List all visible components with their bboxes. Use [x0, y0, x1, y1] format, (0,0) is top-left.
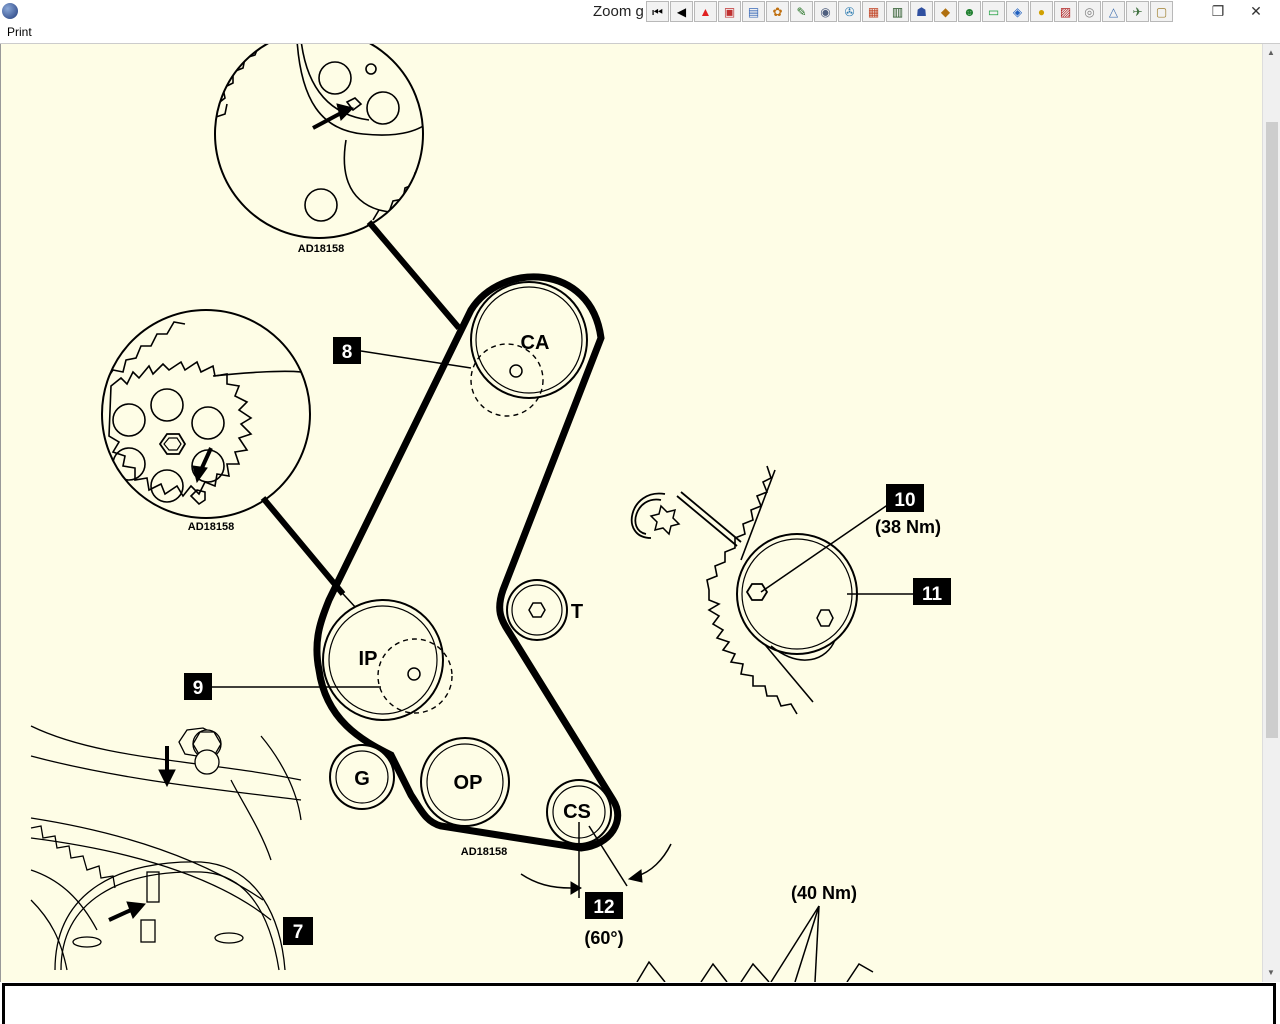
tool-22-icon: ▢ [1155, 4, 1168, 19]
tool-button-14[interactable]: ☻ [958, 1, 981, 22]
title-bar: Zoom g ⏮ ◀ ▲ ▣ ▤ ✿ ✎ ◉ ✇ ▦ ▥ ☗ ◆ ☻ ▭ ◈ ● ▨ ◎ △ ✈ ▢ ❐ ✕ [0, 0, 1280, 25]
callout-8: 8 [342, 342, 353, 363]
bottom-text-panel [2, 983, 1276, 1024]
ref-code-left: AD18158 [188, 521, 234, 533]
callout-9: 9 [193, 678, 204, 699]
close-icon: ✕ [1250, 2, 1262, 19]
tensioner-detail [630, 465, 858, 715]
toolbar: ⏮ ◀ ▲ ▣ ▤ ✿ ✎ ◉ ✇ ▦ ▥ ☗ ◆ ☻ ▭ ◈ ● ▨ ◎ △ ✈ ▢ [646, 1, 1173, 23]
first-page-button[interactable]: ⏮ [646, 1, 669, 22]
tool-9-icon: ✇ [844, 4, 855, 19]
tool-button-5[interactable]: ▤ [742, 1, 765, 22]
warning-icon: ▲ [699, 4, 712, 19]
tool-11-icon: ▥ [891, 4, 904, 19]
tool-button-16[interactable]: ◈ [1006, 1, 1029, 22]
camshaft-pulley: CA [470, 281, 588, 417]
tool-19-icon: ◎ [1084, 4, 1095, 19]
tool-8-icon: ◉ [820, 4, 831, 19]
tool-15-icon: ▭ [987, 4, 1000, 19]
angle-60: (60°) [584, 928, 623, 948]
tool-7-icon: ✎ [796, 4, 807, 19]
tool-button-20[interactable]: △ [1102, 1, 1125, 22]
tool-4-icon: ▣ [723, 4, 736, 19]
tool-10-icon: ▦ [867, 4, 880, 19]
tool-5-icon: ▤ [747, 4, 760, 19]
tool-20-icon: △ [1108, 4, 1119, 19]
tool-button-7[interactable]: ✎ [790, 1, 813, 22]
tool-button-19[interactable]: ◎ [1078, 1, 1101, 22]
torque-40: (40 Nm) [791, 883, 857, 903]
pulley-label-ip: IP [359, 648, 378, 670]
injection-pump-pulley: IP [322, 599, 453, 721]
pulley-label-ca: CA [521, 332, 550, 354]
tool-14-icon: ☻ [963, 4, 976, 19]
menu-bar: Print [0, 24, 1280, 44]
warning-button[interactable]: ▲ [694, 1, 717, 22]
tool-21-icon: ✈ [1132, 4, 1143, 19]
tool-button-8[interactable]: ◉ [814, 1, 837, 22]
tool-16-icon: ◈ [1012, 4, 1023, 19]
tool-button-13[interactable]: ◆ [934, 1, 957, 22]
tool-13-icon: ◆ [940, 4, 951, 19]
tool-17-icon: ● [1037, 4, 1046, 19]
pulley-label-t: T [571, 601, 583, 623]
tool-button-18[interactable]: ▨ [1054, 1, 1077, 22]
scroll-down-icon[interactable]: ▼ [1267, 968, 1275, 977]
restore-button[interactable]: ❐ [1203, 0, 1233, 22]
previous-page-icon: ◀ [676, 4, 687, 19]
torque-38: (38 Nm) [875, 517, 941, 537]
tool-button-4[interactable]: ▣ [718, 1, 741, 22]
scroll-thumb[interactable] [1266, 122, 1278, 738]
close-button[interactable]: ✕ [1241, 0, 1271, 22]
camshaft-detail: AD18158 [214, 44, 424, 255]
first-page-icon: ⏮ [652, 4, 663, 19]
tool-6-icon: ✿ [772, 4, 783, 19]
pulley-label-g: G [354, 768, 370, 790]
tool-button-17[interactable]: ● [1030, 1, 1053, 22]
ref-code-top: AD18158 [298, 243, 344, 255]
tool-button-11[interactable]: ▥ [886, 1, 909, 22]
scroll-up-icon[interactable]: ▲ [1267, 48, 1275, 57]
menu-print[interactable]: Print [7, 25, 32, 39]
tool-18-icon: ▨ [1059, 4, 1072, 19]
guide-pulley: G [329, 744, 395, 810]
callout-10: 10 [894, 490, 915, 511]
tool-button-6[interactable]: ✿ [766, 1, 789, 22]
pulley-label-cs: CS [563, 801, 591, 823]
injection-pump-detail: AD18158 [101, 309, 311, 533]
restore-icon: ❐ [1211, 2, 1225, 19]
tool-button-10[interactable]: ▦ [862, 1, 885, 22]
callout-12: 12 [593, 897, 614, 918]
tool-button-21[interactable]: ✈ [1126, 1, 1149, 22]
oil-pump-pulley: OP [420, 737, 510, 827]
tool-button-12[interactable]: ☗ [910, 1, 933, 22]
vertical-scrollbar[interactable]: ▲ ▼ [1262, 44, 1280, 982]
callout-11: 11 [922, 584, 943, 605]
window-title: Zoom g [593, 3, 644, 20]
pulley-label-op: OP [454, 772, 483, 794]
tensioner-pulley: T [506, 579, 583, 641]
callout-7: 7 [293, 922, 304, 943]
tool-12-icon: ☗ [916, 4, 927, 19]
tool-button-15[interactable]: ▭ [982, 1, 1005, 22]
timing-belt-diagram: AD18158 AD18158 CA T IP G OP CS AD18158 … [30, 44, 951, 982]
previous-page-button[interactable]: ◀ [670, 1, 693, 22]
tool-button-9[interactable]: ✇ [838, 1, 861, 22]
tool-button-22[interactable]: ▢ [1150, 1, 1173, 22]
diagram-viewport[interactable]: AD18158 AD18158 CA T IP G OP CS AD18158 … [0, 44, 1263, 982]
app-icon[interactable] [2, 3, 18, 19]
ref-code-belt: AD18158 [461, 846, 507, 858]
